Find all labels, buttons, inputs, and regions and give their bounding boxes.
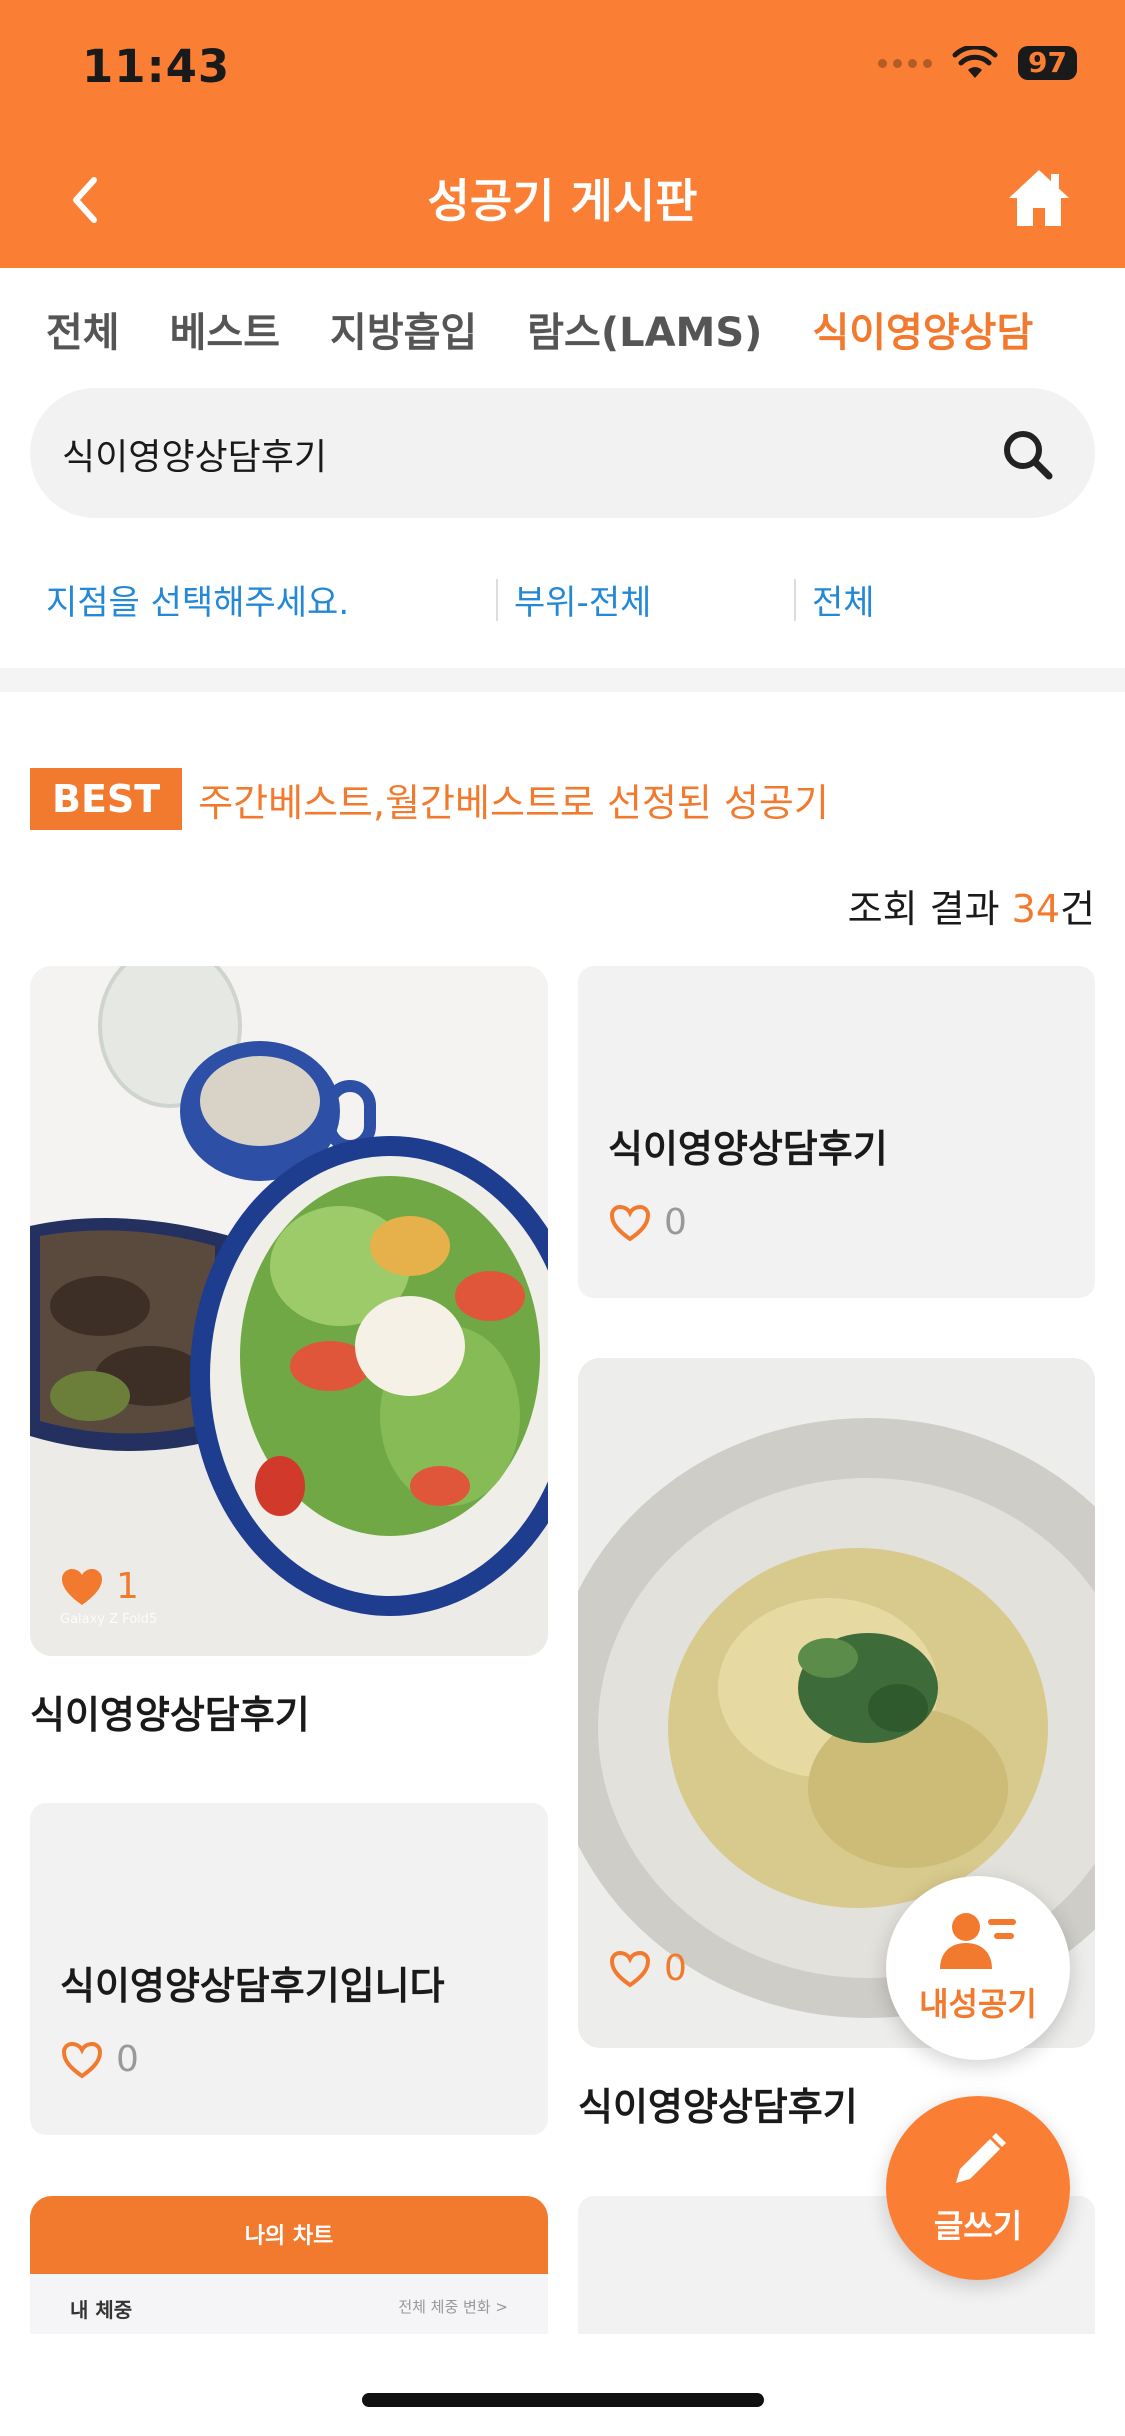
home-button[interactable]: [1007, 166, 1071, 230]
chart-row-label: 내 체중: [70, 2298, 133, 2322]
pencil-icon: [956, 2133, 1006, 2183]
branch-filter[interactable]: 지점을 선택해주세요.: [46, 575, 349, 624]
home-indicator[interactable]: [362, 2393, 764, 2407]
post-card-text[interactable]: 식이영양상담후기입니다 0: [30, 1803, 548, 2135]
heart-outline-icon[interactable]: [608, 1949, 652, 1989]
post-title[interactable]: 식이영양상담후기: [578, 2076, 858, 2131]
like-counter: 0: [608, 1948, 687, 1989]
result-prefix: 조회 결과: [847, 887, 1012, 931]
post-title: 식이영양상담후기: [608, 1127, 888, 1171]
type-filter[interactable]: 전체: [812, 575, 875, 624]
result-suffix: 건: [1060, 887, 1095, 931]
filter-divider: [794, 579, 796, 621]
tab-best[interactable]: 베스트: [170, 300, 280, 358]
home-icon: [1009, 170, 1069, 226]
tab-liposuction[interactable]: 지방흡입: [330, 300, 477, 358]
wifi-icon: [952, 46, 998, 78]
post-title[interactable]: 식이영양상담후기: [30, 1684, 310, 1739]
status-icons: 97: [878, 46, 1077, 80]
like-counter: 0: [60, 2039, 139, 2080]
like-counter: 1: [60, 1566, 139, 1607]
chart-row-link: 전체 체중 변화 >: [398, 2298, 508, 2316]
filter-divider: [496, 579, 498, 621]
part-filter[interactable]: 부위-전체: [514, 575, 651, 624]
write-button[interactable]: 글쓰기: [886, 2096, 1070, 2280]
search-input[interactable]: 식이영양상담후기: [62, 428, 327, 480]
post-card-partial[interactable]: 나의 차트 내 체중 전체 체중 변화 >: [30, 2196, 548, 2334]
like-count: 1: [116, 1566, 139, 1607]
best-description: 주간베스트,월간베스트로 선정된 성공기: [198, 780, 829, 825]
post-card-text[interactable]: 식이영양상담후기 0: [578, 966, 1095, 1298]
food-photo-salad: [30, 966, 548, 1656]
best-badge: BEST: [30, 768, 183, 830]
search-bar[interactable]: 식이영양상담후기: [30, 388, 1095, 518]
heart-outline-icon[interactable]: [60, 2040, 104, 2080]
section-divider: [0, 668, 1125, 692]
result-count: 조회 결과 34건: [848, 878, 1095, 933]
tab-all[interactable]: 전체: [46, 300, 120, 358]
chart-header-title: 나의 차트: [244, 2224, 334, 2249]
search-icon[interactable]: [1001, 428, 1055, 482]
page-title: 성공기 게시판: [427, 174, 698, 228]
like-counter: 0: [608, 1202, 687, 1243]
like-count: 0: [116, 2039, 139, 2080]
status-time: 11:43: [82, 40, 231, 93]
heart-filled-icon: [62, 1568, 102, 1605]
like-count: 0: [664, 1948, 687, 1989]
camera-watermark: Galaxy Z Fold5: [60, 1612, 158, 1627]
battery-icon: 97: [1018, 46, 1077, 80]
category-tabs: 전체 베스트 지방흡입 람스(LAMS) 식이영양상담: [46, 300, 1033, 358]
tab-nutrition-consult[interactable]: 식이영양상담: [812, 300, 1033, 358]
like-count: 0: [664, 1202, 687, 1243]
post-title: 식이영양상담후기입니다: [60, 1964, 445, 2008]
filter-row: 지점을 선택해주세요. 부위-전체 전체: [0, 575, 1125, 625]
header-bar: 11:43 97 성공기 게시판: [0, 0, 1125, 268]
heart-outline-icon[interactable]: [608, 1203, 652, 1243]
my-story-label: 내성공기: [919, 1985, 1037, 2023]
best-banner: BEST 주간베스트,월간베스트로 선정된 성공기: [30, 768, 829, 830]
my-story-button[interactable]: 내성공기: [886, 1876, 1070, 2060]
result-number: 34: [1011, 887, 1061, 931]
post-card-photo-salad[interactable]: 1 Galaxy Z Fold5: [30, 966, 548, 1656]
user-list-icon: [940, 1913, 1016, 1969]
tab-lams[interactable]: 람스(LAMS): [527, 300, 762, 358]
write-label: 글쓰기: [933, 2207, 1023, 2245]
signal-icon: [878, 58, 933, 68]
